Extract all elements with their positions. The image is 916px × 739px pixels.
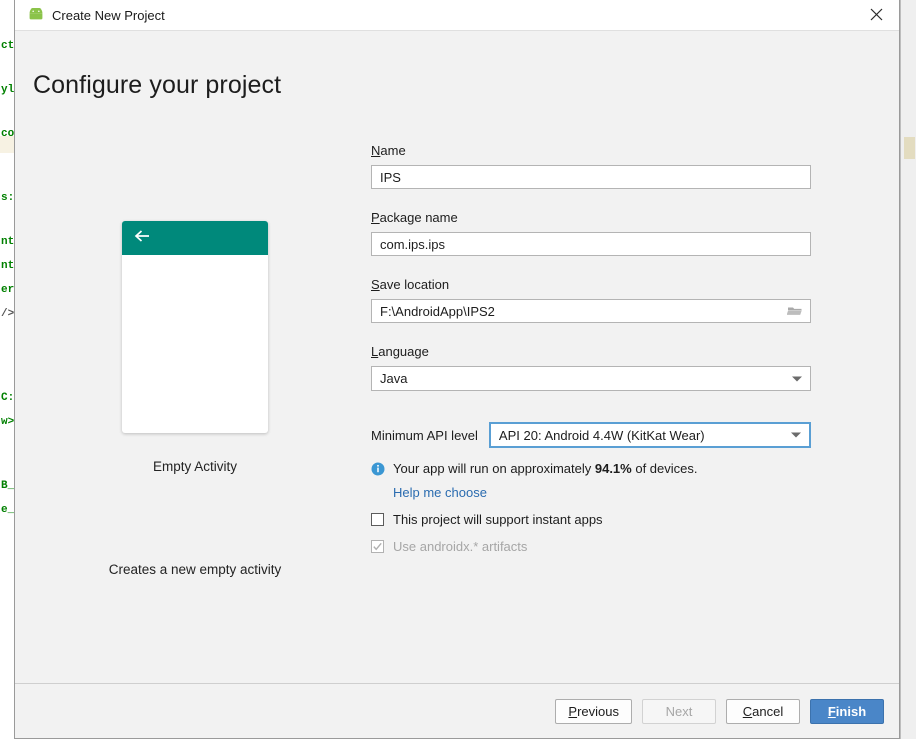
code-fragment: e_ — [1, 504, 14, 516]
language-label: Language — [371, 344, 831, 359]
code-fragment: co — [1, 128, 14, 140]
device-coverage-text: Your app will run on approximately 94.1%… — [393, 461, 698, 476]
coverage-text-after: of devices. — [631, 461, 698, 476]
instant-apps-label: This project will support instant apps — [393, 512, 603, 527]
name-input-value: IPS — [380, 169, 401, 185]
project-form: Name IPS Package name com.ips.ips Save l… — [371, 143, 831, 554]
androidx-label: Use androidx.* artifacts — [393, 539, 528, 554]
api-level-row: Minimum API level API 20: Android 4.4W (… — [371, 422, 831, 448]
package-label-rest: ackage name — [379, 210, 458, 225]
code-fragment: B_ — [1, 480, 14, 492]
page-title: Configure your project — [33, 71, 282, 99]
language-value: Java — [380, 371, 408, 386]
dialog-title: Create New Project — [52, 7, 165, 23]
api-level-select[interactable]: API 20: Android 4.4W (KitKat Wear) — [488, 422, 811, 448]
arrow-left-icon — [134, 229, 152, 247]
name-label-rest: ame — [380, 143, 406, 158]
code-fragment: er — [1, 284, 14, 296]
package-label: Package name — [371, 210, 831, 225]
name-label: Name — [371, 143, 831, 158]
code-fragment: s: — [1, 192, 14, 204]
next-button: Next — [642, 698, 716, 724]
code-fragment: nt — [1, 236, 14, 248]
language-select[interactable]: Java — [371, 366, 811, 391]
coverage-text-before: Your app will run on approximately — [393, 461, 595, 476]
package-name-input[interactable]: com.ips.ips — [371, 232, 811, 256]
scrollbar-marker — [904, 137, 915, 159]
code-fragment: yl — [1, 84, 14, 96]
cancel-mnemonic: C — [742, 703, 753, 719]
template-preview-panel: Empty Activity Creates a new empty activ… — [15, 221, 375, 577]
save-location-label: Save location — [371, 277, 831, 292]
chevron-down-icon — [792, 376, 802, 381]
template-description: Creates a new empty activity — [108, 562, 282, 577]
name-input[interactable]: IPS — [371, 165, 811, 189]
androidx-row: Use androidx.* artifacts — [371, 539, 831, 554]
device-coverage-row: Your app will run on approximately 94.1%… — [371, 461, 831, 476]
help-me-choose-link[interactable]: Help me choose — [393, 485, 831, 500]
save-location-label-rest: ave location — [379, 277, 450, 292]
create-new-project-dialog: Create New Project Configure your projec… — [14, 0, 900, 739]
code-fragment: ct — [1, 40, 14, 52]
code-fragment: nt — [1, 260, 14, 272]
name-label-mnemonic: N — [371, 143, 381, 158]
package-label-mnemonic: P — [371, 210, 380, 225]
previous-rest: revious — [577, 703, 619, 719]
screen: ct yl co s: nt nt er /> C: w> B_ e_ Crea… — [0, 0, 916, 739]
cancel-rest: ancel — [752, 703, 784, 719]
save-location-field-group: Save location F:\AndroidApp\IPS2 — [371, 277, 831, 323]
save-location-value: F:\AndroidApp\IPS2 — [380, 303, 495, 319]
previous-button[interactable]: Previous — [555, 698, 632, 724]
package-field-group: Package name com.ips.ips — [371, 210, 831, 256]
folder-open-icon[interactable] — [786, 304, 803, 318]
chevron-down-icon — [790, 432, 801, 438]
coverage-percent: 94.1% — [594, 461, 632, 476]
name-field-group: Name IPS — [371, 143, 831, 189]
dialog-titlebar: Create New Project — [15, 0, 899, 31]
previous-mnemonic: P — [568, 703, 578, 719]
preview-appbar — [122, 221, 268, 255]
code-fragment: C: — [1, 392, 14, 404]
api-level-label: Minimum API level — [371, 427, 478, 443]
android-robot-icon — [27, 6, 45, 24]
finish-button[interactable]: Finish — [810, 698, 884, 724]
instant-apps-row[interactable]: This project will support instant apps — [371, 512, 831, 527]
finish-rest: inish — [835, 703, 867, 719]
dialog-body: Configure your project Empty Activity Cr… — [15, 31, 899, 683]
language-field-group: Language Java — [371, 344, 831, 391]
info-icon — [371, 462, 385, 476]
instant-apps-checkbox[interactable] — [371, 513, 384, 526]
background-editor-scrollbar[interactable] — [900, 0, 916, 739]
code-fragment: w> — [1, 416, 14, 428]
androidx-checkbox — [371, 540, 384, 553]
api-level-value: API 20: Android 4.4W (KitKat Wear) — [498, 427, 705, 443]
package-name-value: com.ips.ips — [380, 236, 446, 252]
code-fragment: /> — [1, 308, 14, 320]
activity-preview-card — [122, 221, 268, 433]
close-icon[interactable] — [853, 0, 899, 29]
language-label-rest: anguage — [378, 344, 429, 359]
cancel-button[interactable]: Cancel — [726, 698, 800, 724]
save-location-label-mnemonic: S — [371, 277, 380, 292]
template-name: Empty Activity — [152, 459, 238, 474]
save-location-input[interactable]: F:\AndroidApp\IPS2 — [371, 299, 811, 323]
dialog-footer: Previous Next Cancel Finish — [15, 683, 899, 738]
background-editor-gutter: ct yl co s: nt nt er /> C: w> B_ e_ — [0, 0, 14, 739]
finish-mnemonic: F — [827, 703, 836, 719]
